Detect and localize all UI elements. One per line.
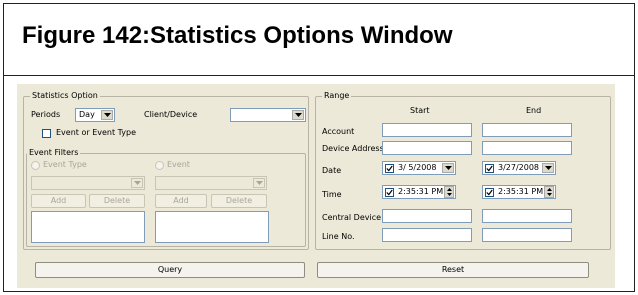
periods-label: Periods [31,110,60,119]
range-legend: Range [322,91,352,100]
time-start-picker[interactable]: 2:35:31 PM [382,185,456,199]
statistics-options-dialog: Statistics Option Periods Day Client/Dev… [17,84,615,288]
event-type-delete-button[interactable]: Delete [89,194,145,208]
chevron-down-icon [131,178,143,188]
figure-frame: Figure 142:Statistics Options Window Sta… [3,3,635,292]
date-end-checkbox[interactable] [485,164,494,173]
time-end-picker[interactable]: 2:35:31 PM [482,185,556,199]
central-device-end-input[interactable] [482,209,572,223]
device-address-label: Device Address [322,144,384,153]
client-device-dropdown[interactable] [230,108,306,122]
event-type-radio[interactable] [31,161,40,170]
event-or-event-type-label: Event or Event Type [56,128,137,137]
event-radio[interactable] [155,161,164,170]
event-type-list[interactable] [31,211,145,243]
range-group: Range Start End Account Device Address D… [315,91,611,250]
device-address-start-input[interactable] [382,141,472,155]
central-device-start-input[interactable] [382,209,472,223]
account-end-input[interactable] [482,123,572,137]
date-label: Date [322,166,342,175]
event-type-radio-label: Event Type [43,160,87,169]
event-type-add-button[interactable]: Add [31,194,86,208]
date-end-value: 3/27/2008 [498,163,540,172]
spin-down-icon [545,192,553,197]
event-or-event-type-checkbox[interactable] [42,129,51,138]
statistics-option-legend: Statistics Option [30,91,100,100]
date-start-value: 3/ 5/2008 [398,163,437,172]
event-list[interactable] [155,211,269,243]
query-button[interactable]: Query [35,262,305,278]
line-no-start-input[interactable] [382,228,472,242]
event-add-button[interactable]: Add [155,194,207,208]
time-end-spinner[interactable] [544,186,554,198]
event-delete-button[interactable]: Delete [211,194,267,208]
time-start-value: 2:35:31 PM [398,187,444,196]
event-dropdown[interactable] [155,176,267,190]
chevron-down-icon [101,110,113,120]
figure-title: Figure 142:Statistics Options Window [4,4,634,76]
event-radio-label: Event [167,160,190,169]
date-end-picker[interactable]: 3/27/2008 [482,161,556,175]
reset-button[interactable]: Reset [317,262,589,278]
time-start-spinner[interactable] [444,186,454,198]
time-label: Time [322,190,342,199]
date-start-checkbox[interactable] [385,164,394,173]
line-no-end-input[interactable] [482,228,572,242]
line-no-label: Line No. [322,232,355,241]
time-start-checkbox[interactable] [385,188,394,197]
event-filters-group: Event Filters Event Type Event Add Delet [26,148,306,247]
central-device-label: Central Device [322,213,382,222]
statistics-option-group: Statistics Option Periods Day Client/Dev… [23,91,309,250]
device-address-end-input[interactable] [482,141,572,155]
account-label: Account [322,127,355,136]
chevron-down-icon [442,163,454,173]
event-filters-legend: Event Filters [27,148,81,157]
chevron-down-icon [292,110,304,120]
time-end-value: 2:35:31 PM [498,187,544,196]
spin-down-icon [445,192,453,197]
chevron-down-icon [253,178,265,188]
chevron-down-icon [542,163,554,173]
start-column-header: Start [410,106,430,115]
time-end-checkbox[interactable] [485,188,494,197]
account-start-input[interactable] [382,123,472,137]
periods-label-text: Periods [31,110,61,119]
end-column-header: End [526,106,542,115]
date-start-picker[interactable]: 3/ 5/2008 [382,161,456,175]
periods-value: Day [79,110,95,119]
client-device-label: Client/Device [144,110,198,119]
event-type-dropdown[interactable] [31,176,145,190]
periods-dropdown[interactable]: Day [75,108,115,122]
